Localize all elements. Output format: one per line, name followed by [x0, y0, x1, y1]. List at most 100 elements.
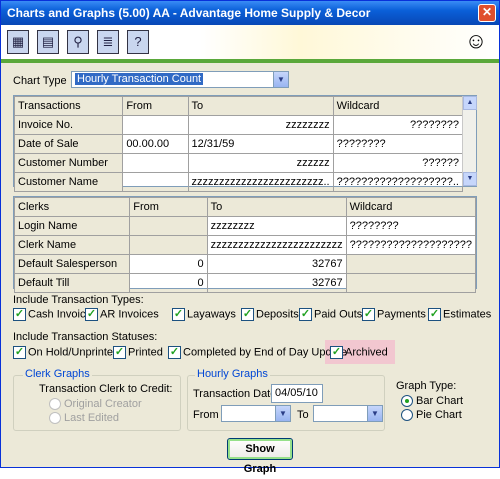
- to-cell[interactable]: 32767: [206, 254, 347, 274]
- check-icon: ✓: [113, 346, 126, 359]
- chevron-down-icon[interactable]: ▼: [273, 72, 288, 87]
- table-row: Login Name zzzzzzzz ????????: [13, 216, 477, 236]
- to-cell[interactable]: 32767: [206, 273, 347, 293]
- wildcard-cell[interactable]: ????????: [345, 216, 477, 236]
- transaction-statuses-label: Include Transaction Statuses:: [13, 331, 158, 343]
- scroll-up-icon[interactable]: ▲: [463, 96, 477, 110]
- from-cell[interactable]: 00.00.00: [122, 134, 189, 154]
- mascot-icon: ☺: [464, 28, 488, 53]
- check-icon: ✓: [13, 346, 26, 359]
- transactions-scrollbar[interactable]: ▲ ▼: [462, 96, 477, 186]
- chevron-down-icon[interactable]: ▼: [275, 406, 290, 421]
- to-cell[interactable]: zzzzzzzz: [206, 216, 347, 236]
- check-icon: ✓: [330, 346, 343, 359]
- from-cell[interactable]: [122, 172, 189, 192]
- on-hold-checkbox[interactable]: ✓ On Hold/Unprinted: [13, 346, 119, 360]
- paid-outs-checkbox[interactable]: ✓ Paid Outs: [299, 308, 362, 322]
- from-cell[interactable]: [122, 153, 189, 173]
- transactions-grid[interactable]: Transactions From To Wildcard Invoice No…: [13, 95, 477, 192]
- calendar-icon[interactable]: ▤: [37, 30, 59, 54]
- notes-icon[interactable]: ≣: [97, 30, 119, 54]
- to-cell[interactable]: zzzzzzzzzzzzzzzzzzzzzzzz..: [187, 172, 334, 192]
- check-icon: ✓: [362, 308, 375, 321]
- check-icon: ✓: [13, 308, 26, 321]
- check-icon: ✓: [172, 308, 185, 321]
- to-cell[interactable]: 12/31/59: [187, 134, 334, 154]
- wildcard-cell[interactable]: ????????: [332, 115, 464, 135]
- wildcard-header: Wildcard: [332, 96, 464, 116]
- radio-dot: [49, 412, 61, 425]
- check-icon: ✓: [85, 308, 98, 321]
- transaction-date-input[interactable]: 04/05/10: [271, 384, 323, 403]
- from-header: From: [129, 197, 208, 217]
- ar-invoices-checkbox[interactable]: ✓ AR Invoices: [85, 308, 159, 322]
- original-creator-radio: Original Creator: [49, 398, 142, 411]
- wildcard-cell: [345, 254, 477, 274]
- row-label: Invoice No.: [13, 115, 124, 135]
- to-cell[interactable]: zzzzzzzz: [187, 115, 334, 135]
- deposits-checkbox[interactable]: ✓ Deposits: [241, 308, 299, 322]
- pie-chart-radio[interactable]: Pie Chart: [401, 409, 462, 422]
- check-icon: ✓: [299, 308, 312, 321]
- to-header: To: [187, 96, 334, 116]
- clerk-credit-label: Transaction Clerk to Credit:: [39, 383, 173, 395]
- wildcard-cell[interactable]: ???????????????????..: [332, 172, 464, 192]
- printed-checkbox[interactable]: ✓ Printed: [113, 346, 163, 360]
- toolbar: ▦ ▤ ⚲ ≣ ? ☺: [1, 25, 499, 63]
- help-icon[interactable]: ?: [127, 30, 149, 54]
- graph-type-label: Graph Type:: [396, 380, 457, 392]
- calculator-icon[interactable]: ▦: [7, 30, 29, 54]
- from-cell[interactable]: 0: [129, 273, 208, 293]
- layaways-checkbox[interactable]: ✓ Layaways: [172, 308, 236, 322]
- clerks-grid[interactable]: Clerks From To Wildcard Login Name zzzzz…: [13, 196, 477, 293]
- from-label: From: [193, 409, 219, 421]
- check-icon: ✓: [241, 308, 254, 321]
- chart-type-select[interactable]: Hourly Transaction Count ▼: [71, 71, 289, 88]
- table-row: Default Till 0 32767: [13, 273, 477, 293]
- wildcard-cell[interactable]: ????????: [332, 134, 464, 154]
- table-row: Default Salesperson 0 32767: [13, 254, 477, 274]
- show-graph-button[interactable]: Show Graph: [227, 438, 293, 475]
- to-hour-select[interactable]: ▼: [313, 405, 383, 422]
- scroll-down-icon[interactable]: ▼: [463, 172, 477, 186]
- hourly-graphs-title: Hourly Graphs: [195, 368, 270, 380]
- chevron-down-icon[interactable]: ▼: [367, 406, 382, 421]
- table-row: Clerk Name zzzzzzzzzzzzzzzzzzzzzzzz ????…: [13, 235, 477, 255]
- to-cell[interactable]: zzzzzz: [187, 153, 334, 173]
- clerks-header: Clerks: [13, 197, 131, 217]
- from-cell[interactable]: [122, 115, 189, 135]
- archived-checkbox[interactable]: ✓ Archived: [330, 346, 388, 360]
- title-bar: Charts and Graphs (5.00) AA - Advantage …: [1, 1, 499, 25]
- window-title: Charts and Graphs (5.00) AA - Advantage …: [7, 6, 371, 20]
- from-hour-select[interactable]: ▼: [221, 405, 291, 422]
- wildcard-cell[interactable]: ??????: [332, 153, 464, 173]
- transactions-header: Transactions: [13, 96, 124, 116]
- radio-dot: [401, 409, 413, 422]
- row-label: Default Till: [13, 273, 131, 293]
- table-row: Date of Sale 00.00.00 12/31/59 ????????: [13, 134, 464, 154]
- magnifier-icon[interactable]: ⚲: [67, 30, 89, 54]
- from-header: From: [122, 96, 189, 116]
- clerk-graphs-title: Clerk Graphs: [23, 368, 92, 380]
- from-cell[interactable]: [129, 216, 208, 236]
- to-header: To: [206, 197, 347, 217]
- charts-window: Charts and Graphs (5.00) AA - Advantage …: [0, 0, 500, 475]
- from-cell[interactable]: 0: [129, 254, 208, 274]
- close-button[interactable]: ✕: [478, 4, 496, 22]
- estimates-checkbox[interactable]: ✓ Estimates: [428, 308, 491, 322]
- table-row: Invoice No. zzzzzzzz ????????: [13, 115, 464, 135]
- radio-dot: [401, 395, 413, 408]
- transaction-types-label: Include Transaction Types:: [13, 294, 144, 306]
- from-cell[interactable]: [129, 235, 208, 255]
- bar-chart-radio[interactable]: Bar Chart: [401, 395, 463, 408]
- wildcard-header: Wildcard: [345, 197, 477, 217]
- chart-type-value: Hourly Transaction Count: [75, 73, 204, 85]
- check-icon: ✓: [428, 308, 441, 321]
- payments-checkbox[interactable]: ✓ Payments: [362, 308, 426, 322]
- row-label: Customer Number: [13, 153, 124, 173]
- to-cell[interactable]: zzzzzzzzzzzzzzzzzzzzzzzz: [206, 235, 347, 255]
- row-label: Customer Name: [13, 172, 124, 192]
- completed-checkbox[interactable]: ✓ Completed by End of Day Update: [168, 346, 347, 360]
- row-label: Login Name: [13, 216, 131, 236]
- wildcard-cell[interactable]: ????????????????????: [345, 235, 477, 255]
